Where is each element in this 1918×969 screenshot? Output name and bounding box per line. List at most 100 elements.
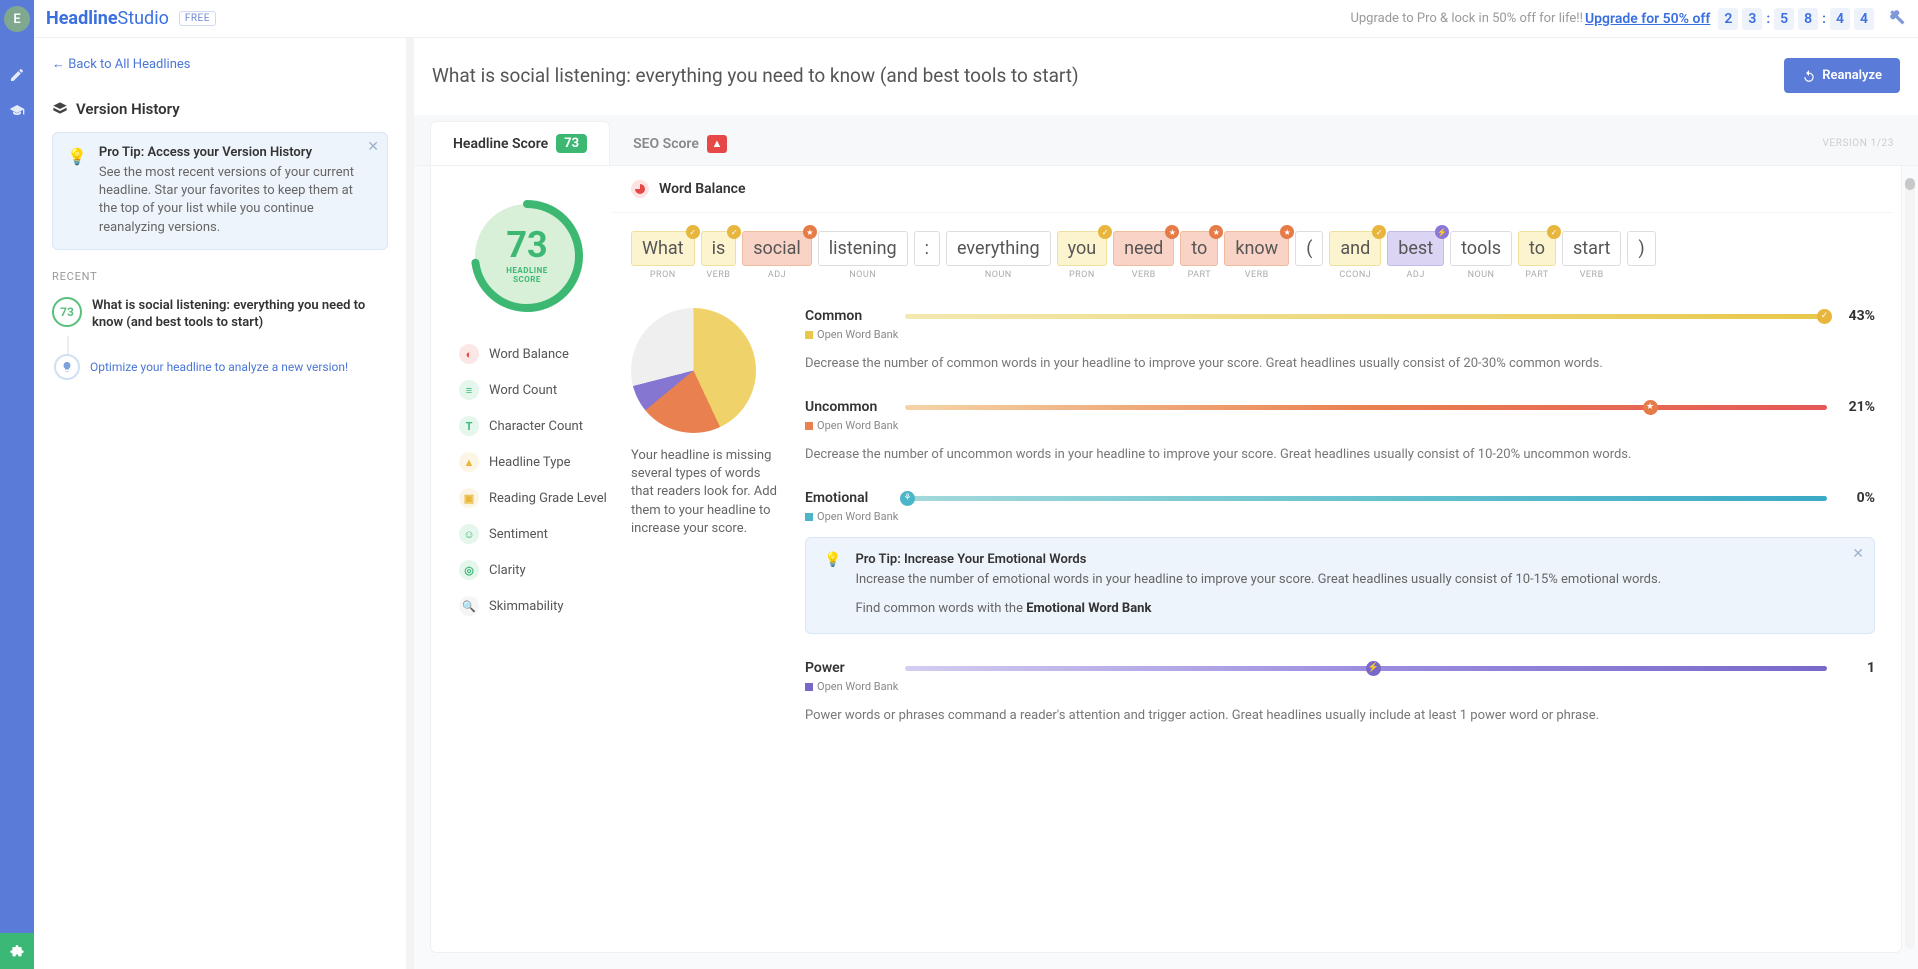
pie-icon (631, 180, 649, 198)
close-icon[interactable]: ✕ (367, 139, 379, 155)
pos-label: VERB (1562, 270, 1621, 280)
words-row: What✓PRONis✓VERBsocial★ADJlisteningNOUN:… (613, 213, 1893, 298)
score-ring: 73 HEADLINESCORE (467, 196, 587, 316)
word-token: is✓ (701, 231, 737, 266)
star-icon: ★ (1643, 400, 1658, 415)
cd-hour-2: 8 (1798, 8, 1818, 30)
metric-sentiment[interactable]: ☺Sentiment (459, 516, 613, 552)
layers-icon (52, 101, 68, 117)
star-icon: ★ (1280, 225, 1294, 239)
upgrade-text: Upgrade to Pro & lock in 50% off for lif… (1350, 11, 1583, 26)
close-icon[interactable]: ✕ (1852, 546, 1864, 562)
bar-desc-common: Decrease the number of common words in y… (805, 355, 1875, 373)
bar-emotional: Emotional ⚘ 0% Open Word Bank ✕ 💡 (805, 490, 1875, 634)
scrollbar[interactable] (1905, 178, 1915, 949)
pos-label: NOUN (818, 270, 908, 280)
lightbulb-icon: 💡 (67, 147, 87, 237)
optimize-link[interactable]: Optimize your headline to analyze a new … (90, 360, 348, 374)
metric-skimmability[interactable]: 🔍Skimmability (459, 588, 613, 624)
version-history-heading: Version History (52, 100, 388, 118)
pos-label: VERB (1113, 270, 1174, 280)
logo: HeadlineStudio (46, 8, 169, 29)
cd-day-2: 3 (1742, 8, 1762, 30)
metric-headline-type[interactable]: ▲Headline Type (459, 444, 613, 480)
protip-title: Pro Tip: Access your Version History (99, 145, 373, 160)
word-token: : (914, 231, 940, 266)
pos-label: PRON (1057, 270, 1108, 280)
word-token: tools (1450, 231, 1512, 266)
bolt-icon: ⚡ (1366, 661, 1381, 676)
bar-track-power: ⚡ (905, 666, 1827, 671)
word-token: best⚡ (1387, 231, 1444, 266)
metric-word-balance[interactable]: ◐Word Balance (459, 336, 613, 372)
star-icon: ★ (803, 225, 817, 239)
check-icon: ✓ (727, 225, 741, 239)
word-token: and✓ (1329, 231, 1381, 266)
pie-column: Your headline is missing several types o… (631, 308, 781, 751)
recent-label: RECENT (52, 270, 388, 283)
bar-track-uncommon: ★ (905, 405, 1827, 410)
history-item-title: What is social listening: everything you… (92, 297, 388, 332)
open-word-bank-power[interactable]: Open Word Bank (805, 680, 1875, 693)
detail-column: Word Balance What✓PRONis✓VERBsocial★ADJl… (613, 166, 1901, 952)
headline-text[interactable]: What is social listening: everything you… (432, 64, 1784, 87)
tab-seo-score[interactable]: SEO Score ▲ (610, 121, 750, 165)
bars-column: Common ✓ 43% Open Word Bank Decrease the… (805, 308, 1875, 751)
headline-bar: What is social listening: everything you… (414, 38, 1918, 115)
content: 73 HEADLINESCORE ◐Word Balance≡Word Coun… (430, 166, 1902, 953)
pos-label: VERB (701, 270, 737, 280)
emotional-word-bank-link[interactable]: Emotional Word Bank (1026, 601, 1151, 616)
bar-desc-power: Power words or phrases command a reader'… (805, 707, 1875, 725)
star-icon: ★ (1165, 225, 1179, 239)
metric-character-count[interactable]: TCharacter Count (459, 408, 613, 444)
open-word-bank-common[interactable]: Open Word Bank (805, 328, 1875, 341)
tab-headline-score[interactable]: Headline Score 73 (430, 121, 610, 165)
grad-cap-icon[interactable] (0, 93, 34, 129)
app-root: E HeadlineStudio FREE Upgrade to Pro & l… (0, 0, 1918, 969)
lightbulb-icon (54, 354, 80, 380)
star-icon: ★ (1209, 225, 1223, 239)
upgrade-link[interactable]: Upgrade for 50% off (1585, 11, 1710, 27)
history-score-chip: 73 (52, 297, 82, 327)
metrics-column: 73 HEADLINESCORE ◐Word Balance≡Word Coun… (431, 166, 613, 952)
bolt-icon: ⚡ (1435, 225, 1449, 239)
word-token: social★ (742, 231, 812, 266)
pos-label: PART (1518, 270, 1556, 280)
tools-icon[interactable] (1888, 8, 1906, 30)
check-icon: ✓ (1547, 225, 1561, 239)
pos-label: PRON (631, 270, 695, 280)
lightbulb-icon: 💡 (824, 552, 841, 619)
pencil-icon[interactable] (0, 57, 34, 93)
avatar[interactable]: E (4, 6, 30, 32)
back-link[interactable]: ← Back to All Headlines (52, 56, 388, 72)
cd-min-2: 4 (1854, 8, 1874, 30)
metric-word-count[interactable]: ≡Word Count (459, 372, 613, 408)
protip-emotional: ✕ 💡 Pro Tip: Increase Your Emotional Wor… (805, 537, 1875, 634)
pos-label: VERB (1224, 270, 1289, 280)
bar-common: Common ✓ 43% Open Word Bank Decrease the… (805, 308, 1875, 373)
split: ← Back to All Headlines Version History … (34, 38, 1918, 969)
optimize-prompt[interactable]: Optimize your headline to analyze a new … (52, 354, 388, 380)
history-item[interactable]: 73 What is social listening: everything … (52, 293, 388, 336)
pos-label: ADJ (1387, 270, 1444, 280)
emotion-icon: ⚘ (900, 491, 915, 506)
puzzle-icon[interactable] (0, 933, 34, 969)
word-token: to✓ (1518, 231, 1556, 266)
analysis-body: Your headline is missing several types o… (613, 298, 1893, 751)
open-word-bank-uncommon[interactable]: Open Word Bank (805, 419, 1875, 432)
pos-label: CCONJ (1329, 270, 1381, 280)
word-token: ( (1295, 231, 1323, 266)
section-word-balance: Word Balance (613, 166, 1893, 213)
bar-desc-uncommon: Decrease the number of uncommon words in… (805, 446, 1875, 464)
sidebar: ← Back to All Headlines Version History … (34, 38, 414, 969)
bar-track-emotional: ⚘ (905, 496, 1827, 501)
reanalyze-button[interactable]: Reanalyze (1784, 58, 1900, 93)
open-word-bank-emotional[interactable]: Open Word Bank (805, 510, 1875, 523)
cd-day-1: 2 (1718, 8, 1738, 30)
metric-clarity[interactable]: ◎Clarity (459, 552, 613, 588)
free-badge: FREE (179, 11, 216, 26)
version-label: VERSION 1/23 (1822, 138, 1894, 149)
metric-reading-grade-level[interactable]: ▣Reading Grade Level (459, 480, 613, 516)
word-token: need★ (1113, 231, 1174, 266)
word-token: listening (818, 231, 908, 266)
